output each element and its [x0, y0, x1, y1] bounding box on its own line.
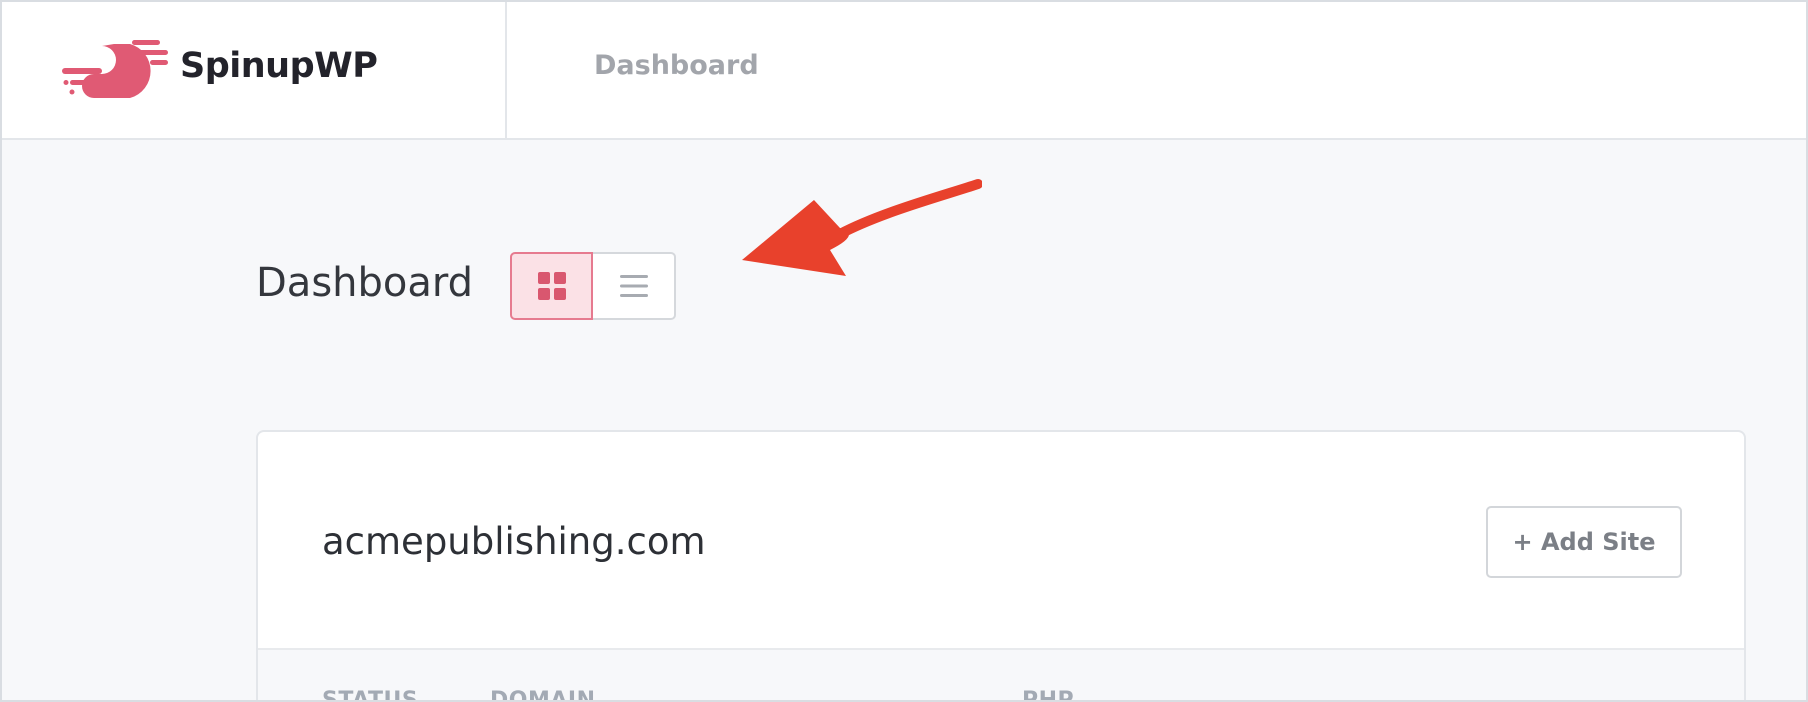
annotation-arrow-icon	[742, 179, 982, 276]
server-card-header: acmepublishing.com + Add Site	[258, 432, 1744, 650]
grid-icon	[537, 272, 566, 300]
brand-name: SpinupWP	[180, 46, 378, 86]
spinupwp-logo-icon	[62, 40, 168, 98]
server-card: acmepublishing.com + Add Site STATUS DOM…	[256, 430, 1746, 700]
view-toggle	[510, 252, 676, 320]
nav-link-dashboard[interactable]: Dashboard	[594, 50, 759, 81]
list-icon	[619, 275, 648, 297]
sites-table-header: STATUS DOMAIN PHP	[258, 650, 1744, 700]
add-site-button[interactable]: + Add Site	[1486, 506, 1682, 578]
list-view-button[interactable]	[593, 252, 676, 320]
column-header-status[interactable]: STATUS	[322, 688, 418, 700]
grid-view-button[interactable]	[510, 252, 593, 320]
page-title: Dashboard	[256, 260, 474, 306]
brand-area[interactable]: SpinupWP	[2, 2, 507, 138]
app-window: SpinupWP Dashboard Dashboard acmepublish…	[0, 0, 1808, 702]
column-header-php[interactable]: PHP	[1022, 688, 1074, 700]
server-name[interactable]: acmepublishing.com	[322, 520, 706, 563]
column-header-domain[interactable]: DOMAIN	[490, 688, 595, 700]
top-navigation-bar: SpinupWP Dashboard	[2, 2, 1806, 140]
